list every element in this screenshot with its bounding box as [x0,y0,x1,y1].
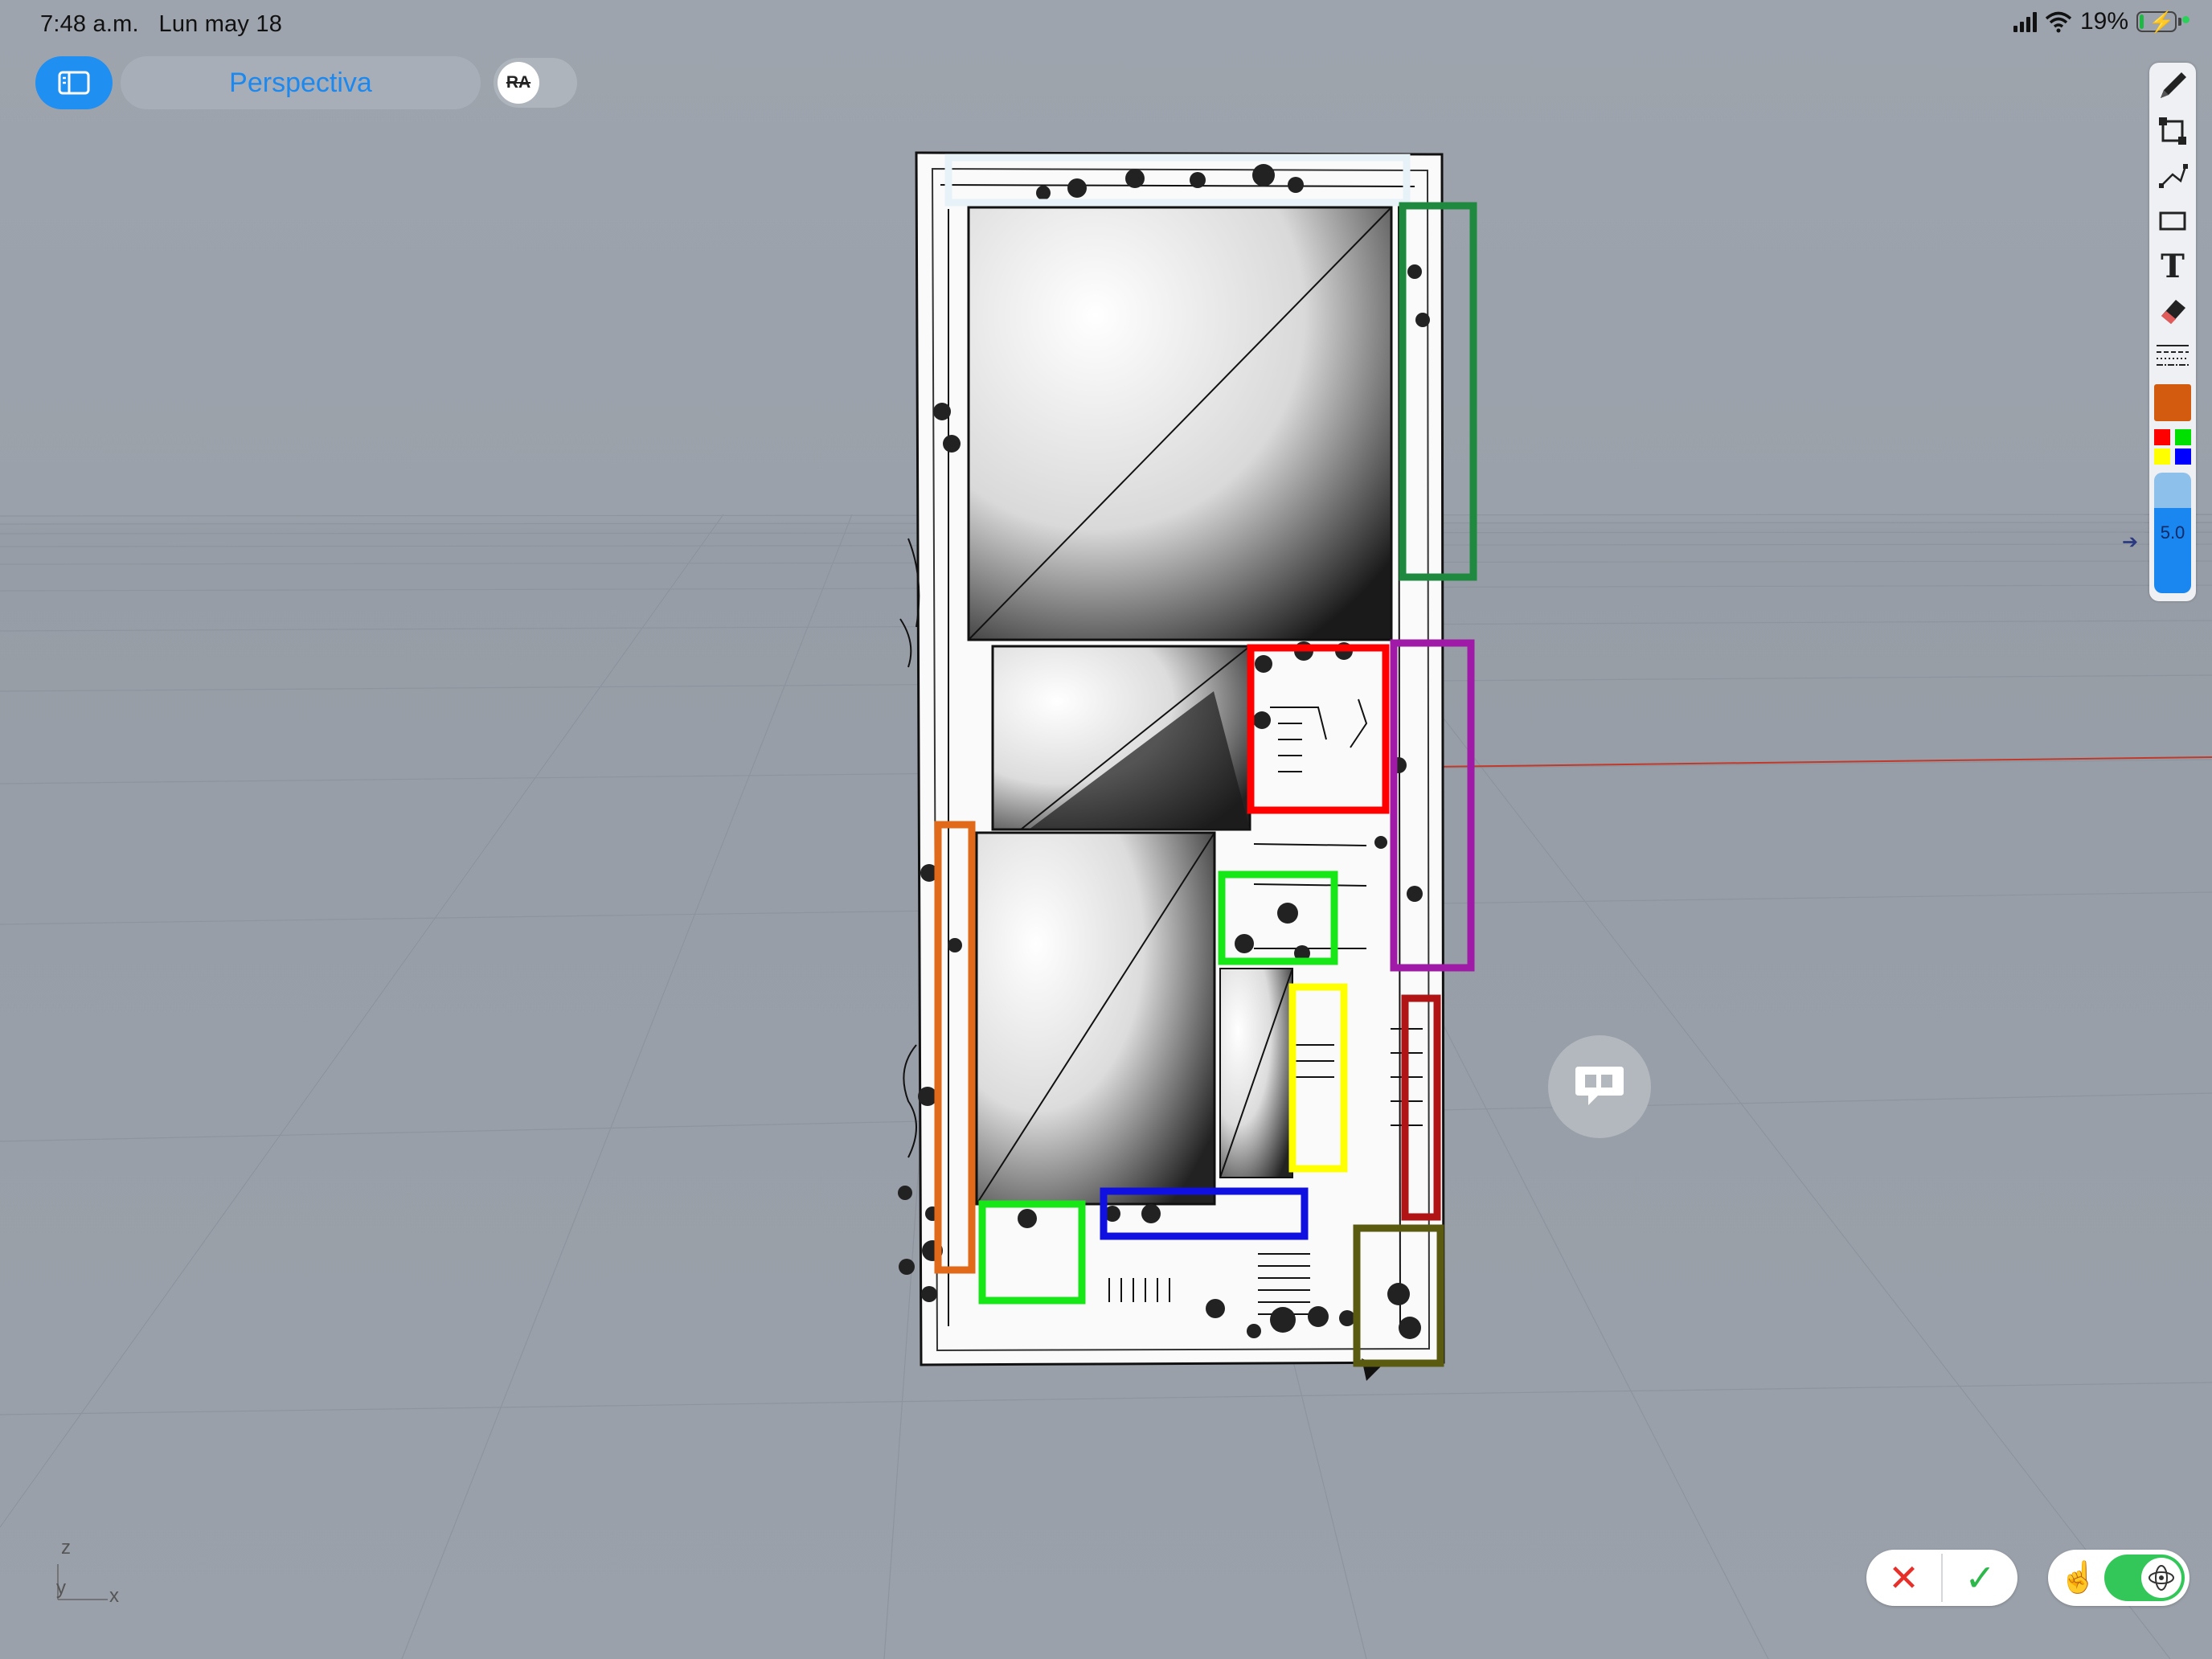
viewport-name-button[interactable]: Perspectiva [121,56,481,109]
confirm-cancel-group: ✕ ✓ [1866,1550,2017,1606]
ra-toggle[interactable]: RA [494,58,577,108]
confirm-button[interactable]: ✓ [1943,1550,2017,1606]
3d-viewport[interactable] [0,0,2212,1659]
battery-icon: ⚡ [2136,10,2177,34]
point-edit-icon [2159,117,2186,145]
point-edit-tool[interactable] [2154,113,2191,150]
cellular-signal-icon [2013,11,2037,32]
floor-plan-model[interactable] [898,151,1445,1381]
eraser-tool[interactable] [2154,293,2191,330]
sidebar-toggle-button[interactable] [35,56,113,109]
green-color-swatch[interactable] [2175,429,2191,445]
orbit-toggle-knob [2141,1558,2181,1598]
status-date: Lun may 18 [158,11,283,37]
active-color-swatch[interactable] [2154,384,2191,421]
sidebar-icon [58,71,90,95]
blue-color-swatch[interactable] [2175,449,2191,465]
comment-button[interactable] [1548,1035,1651,1138]
checkmark-icon: ✓ [1964,1557,1996,1599]
cancel-button[interactable]: ✕ [1866,1550,1941,1606]
text-tool[interactable]: T [2154,248,2191,285]
camera-indicator-dot [2182,16,2189,23]
orbit-mode-toggle[interactable] [2104,1555,2185,1601]
yellow-color-swatch[interactable] [2154,449,2170,465]
perspective-scene[interactable] [0,0,2212,1659]
polyline-tool[interactable] [2154,158,2191,195]
line-style-tool[interactable] [2154,338,2191,375]
cancel-icon: ✕ [1888,1557,1919,1599]
battery-tip [2178,18,2181,26]
status-indicators: 19% ⚡ [2013,8,2181,35]
line-style-icon [2157,345,2189,366]
navigation-mode-group: ☝ [2048,1550,2189,1606]
ra-label: RA [506,73,531,92]
rectangle-tool[interactable] [2154,203,2191,240]
axis-label-y: y [56,1577,66,1599]
polyline-icon [2159,164,2188,188]
comment-bubble-icon [1575,1067,1624,1105]
rectangle-icon [2159,211,2186,231]
viewport-name-label: Perspectiva [229,67,372,98]
eraser-icon [2161,300,2185,324]
axis-label-z: z [61,1537,71,1559]
axis-label-x: x [109,1585,119,1607]
thickness-value: 5.0 [2160,522,2185,543]
orbit-icon [2149,1565,2174,1591]
status-clock: 7:48 a.m. [40,11,139,37]
thickness-pointer-icon: ➔ [2122,531,2139,553]
wifi-icon [2045,11,2072,33]
battery-fill [2140,14,2144,29]
charging-bolt-icon: ⚡ [2149,10,2175,34]
markup-tool-palette: T 5.0 [2149,63,2196,601]
thickness-slider[interactable]: 5.0 [2154,473,2191,593]
hand-pointer-icon[interactable]: ☝ [2059,1559,2097,1596]
red-color-swatch[interactable] [2154,429,2170,445]
battery-percentage: 19% [2079,8,2128,35]
ra-toggle-knob: RA [498,62,539,104]
x-axis-line [1430,756,2212,768]
status-time: 7:48 a.m. Lun may 18 [40,11,282,38]
pencil-tool[interactable] [2154,68,2191,104]
pencil-icon [2161,72,2186,98]
text-icon: T [2161,247,2185,285]
